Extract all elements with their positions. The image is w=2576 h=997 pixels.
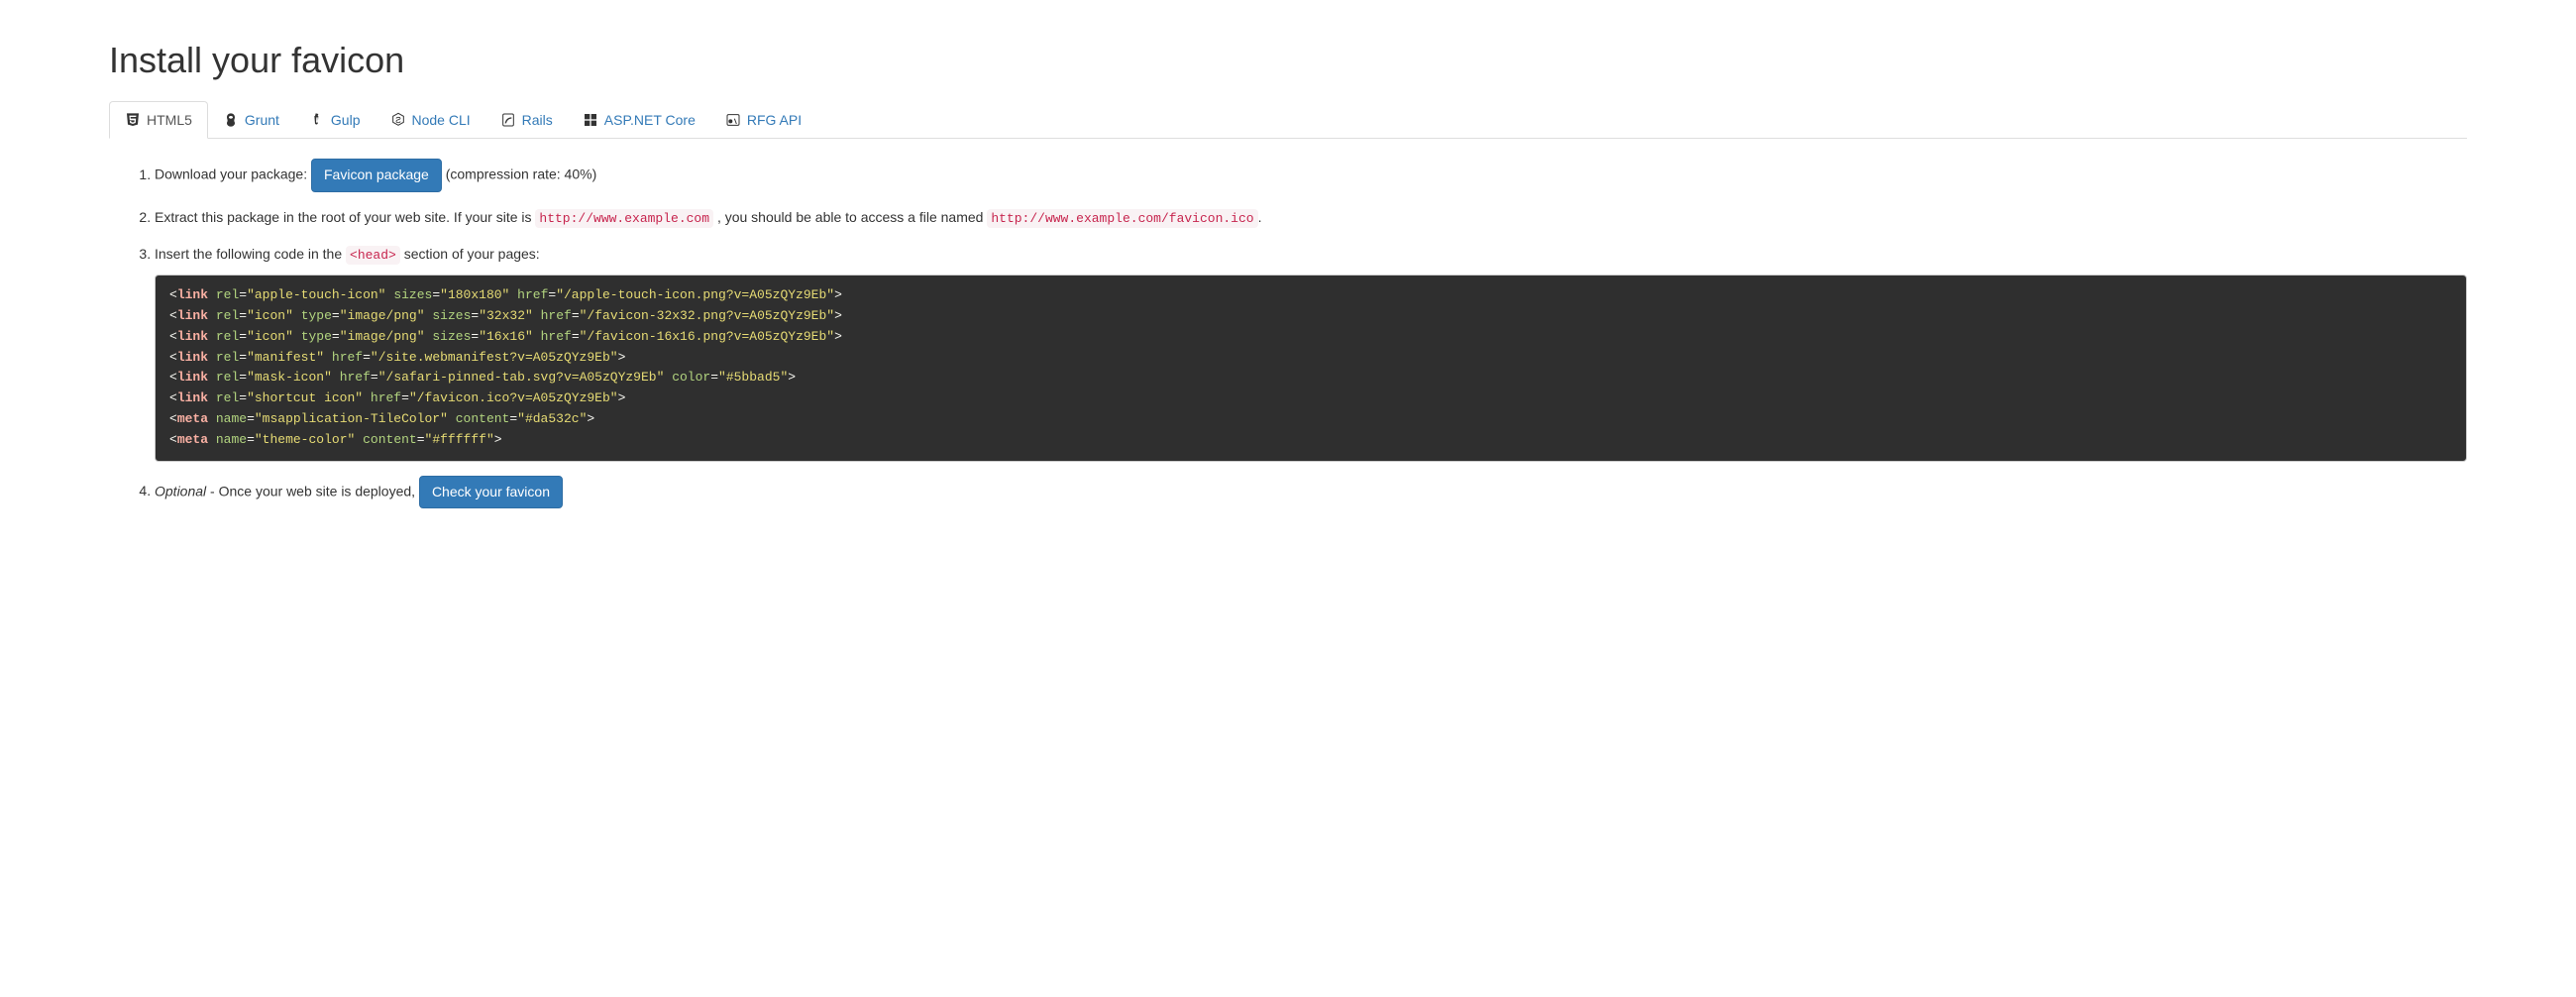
step-1-suffix: (compression rate: 40%) <box>446 166 597 182</box>
step-1: Download your package: Favicon package (… <box>155 159 2467 192</box>
html5-icon <box>125 112 141 128</box>
tab-label: Grunt <box>245 112 279 128</box>
tab-label: ASP.NET Core <box>604 112 696 128</box>
tab-label: HTML5 <box>147 112 192 128</box>
tab-rails[interactable]: Rails <box>485 101 568 139</box>
gulp-icon <box>309 112 325 128</box>
step-4-text: - Once your web site is deployed, <box>206 483 419 498</box>
page-title: Install your favicon <box>109 40 2467 81</box>
favicon-package-button[interactable]: Favicon package <box>311 159 442 192</box>
tab-gulp[interactable]: Gulp <box>294 101 376 139</box>
tab-bar: HTML5 Grunt Gulp Node CLI Rails ASP.NET … <box>109 101 2467 139</box>
grunt-icon <box>223 112 239 128</box>
tab-content: Download your package: Favicon package (… <box>109 159 2467 508</box>
head-code: <head> <box>346 246 400 265</box>
rails-icon <box>500 112 516 128</box>
example-url-code: http://www.example.com <box>535 209 713 228</box>
optional-label: Optional <box>155 483 206 498</box>
step-2-mid: , you should be able to access a file na… <box>717 209 987 225</box>
step-1-prefix: Download your package: <box>155 166 307 182</box>
step-4: Optional - Once your web site is deploye… <box>155 476 2467 509</box>
step-3-prefix: Insert the following code in the <box>155 246 346 262</box>
tab-label: RFG API <box>747 112 802 128</box>
tab-html5[interactable]: HTML5 <box>109 101 208 139</box>
tab-label: Node CLI <box>412 112 471 128</box>
favicon-url-code: http://www.example.com/favicon.ico <box>987 209 1257 228</box>
step-2-prefix: Extract this package in the root of your… <box>155 209 535 225</box>
api-icon <box>725 112 741 128</box>
tab-label: Rails <box>522 112 553 128</box>
nodejs-icon <box>390 112 406 128</box>
tab-node-cli[interactable]: Node CLI <box>376 101 485 139</box>
step-3: Insert the following code in the <head> … <box>155 243 2467 461</box>
tab-label: Gulp <box>331 112 361 128</box>
check-favicon-button[interactable]: Check your favicon <box>419 476 563 509</box>
step-3-suffix: section of your pages: <box>404 246 540 262</box>
tab-aspnet[interactable]: ASP.NET Core <box>568 101 710 139</box>
tab-grunt[interactable]: Grunt <box>208 101 294 139</box>
step-2-suffix: . <box>1258 209 1262 225</box>
code-block[interactable]: <link rel="apple-touch-icon" sizes="180x… <box>155 275 2467 461</box>
step-2: Extract this package in the root of your… <box>155 206 2467 230</box>
tab-rfg-api[interactable]: RFG API <box>710 101 816 139</box>
windows-icon <box>583 112 598 128</box>
